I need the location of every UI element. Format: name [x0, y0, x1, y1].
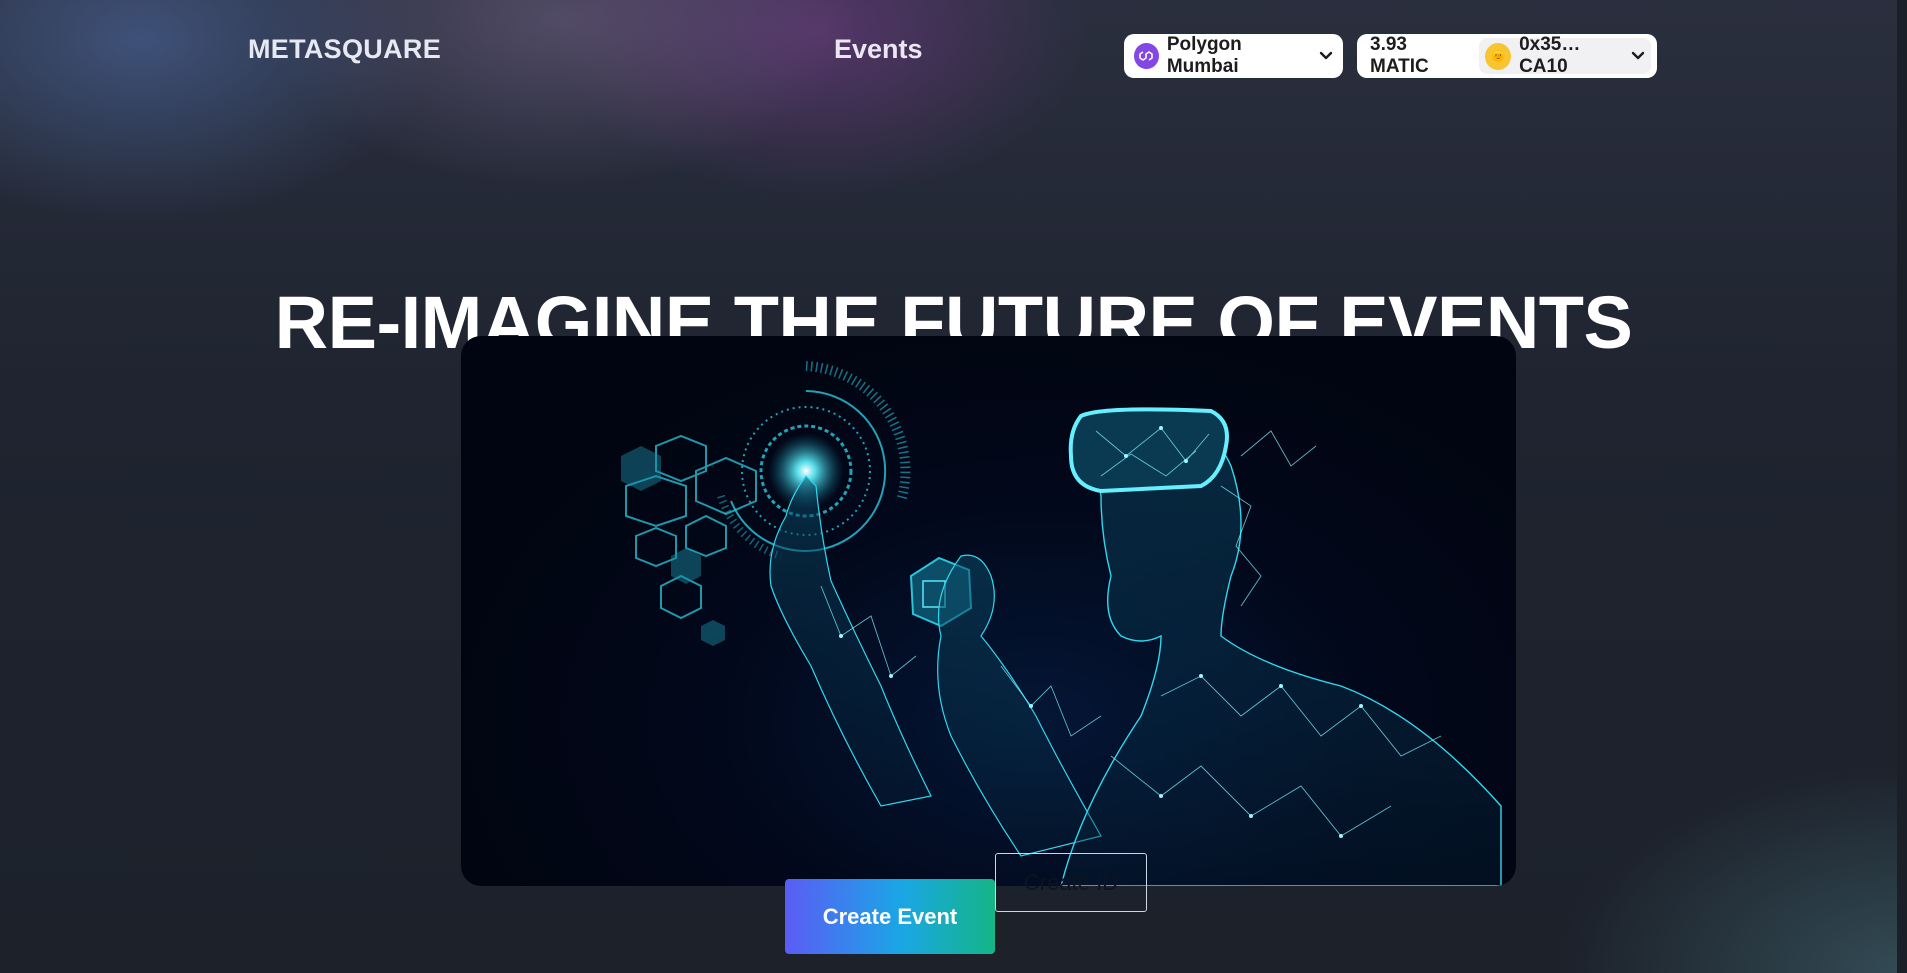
chevron-down-icon	[1631, 51, 1645, 61]
account-button[interactable]: 3.93 MATIC 🌞 0x35…CA10	[1357, 34, 1657, 78]
avatar: 🌞	[1485, 42, 1512, 70]
create-id-button[interactable]: Create ID	[995, 853, 1147, 912]
wallet-address: 0x35…CA10	[1519, 34, 1581, 77]
vr-illustration	[621, 361, 1502, 886]
scrollbar-track[interactable]	[1897, 0, 1907, 973]
polygon-icon	[1134, 43, 1159, 69]
wallet-address-box[interactable]: 🌞 0x35…CA10	[1479, 34, 1651, 77]
wallet-balance: 3.93 MATIC	[1370, 34, 1429, 77]
network-selector[interactable]: Polygon Mumbai	[1124, 34, 1343, 78]
nav-link-events[interactable]: Events	[834, 34, 923, 65]
brand-logo[interactable]: METASQUARE	[248, 34, 441, 65]
hero-image	[461, 336, 1516, 886]
chevron-down-icon	[1319, 51, 1333, 61]
create-event-button[interactable]: Create Event	[785, 879, 995, 954]
network-name: Polygon Mumbai	[1166, 34, 1242, 77]
